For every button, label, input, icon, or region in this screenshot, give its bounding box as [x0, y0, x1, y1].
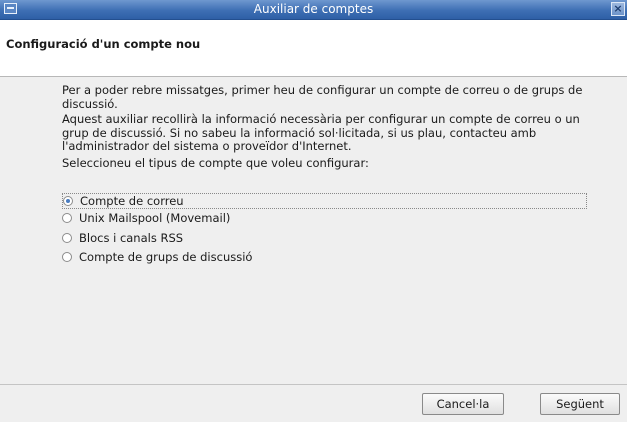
radio-button-selected[interactable]	[63, 196, 73, 206]
window-title: Auxiliar de comptes	[253, 2, 374, 16]
option-mail-account[interactable]: Compte de correu	[62, 193, 587, 209]
page-title: Configuració d'un compte nou	[6, 37, 201, 51]
radio-button[interactable]	[62, 213, 72, 223]
option-label: Compte de correu	[80, 194, 184, 208]
page-header: Configuració d'un compte nou	[0, 20, 627, 77]
option-label: Unix Mailspool (Movemail)	[79, 211, 231, 225]
wizard-content: Per a poder rebre missatges, primer heu …	[0, 77, 627, 384]
radio-button[interactable]	[62, 252, 72, 262]
cancel-button[interactable]: Cancel·la	[422, 393, 504, 415]
select-prompt: Seleccioneu el tipus de compte que voleu…	[62, 156, 369, 170]
option-newsgroups[interactable]: Compte de grups de discussió	[62, 249, 252, 265]
option-label: Blocs i canals RSS	[79, 231, 184, 245]
button-bar: Cancel·la Següent	[0, 384, 627, 422]
info-text: Aquest auxiliar recollirà la informació …	[62, 112, 580, 153]
next-button[interactable]: Següent	[540, 393, 620, 415]
option-label: Compte de grups de discussió	[79, 250, 253, 264]
intro-text: Per a poder rebre missatges, primer heu …	[62, 83, 583, 111]
option-rss-feeds[interactable]: Blocs i canals RSS	[62, 230, 183, 246]
option-unix-mailspool[interactable]: Unix Mailspool (Movemail)	[62, 210, 230, 226]
radio-button[interactable]	[62, 233, 72, 243]
close-icon[interactable]: ×	[611, 2, 625, 16]
title-bar: Auxiliar de comptes ×	[0, 0, 627, 20]
